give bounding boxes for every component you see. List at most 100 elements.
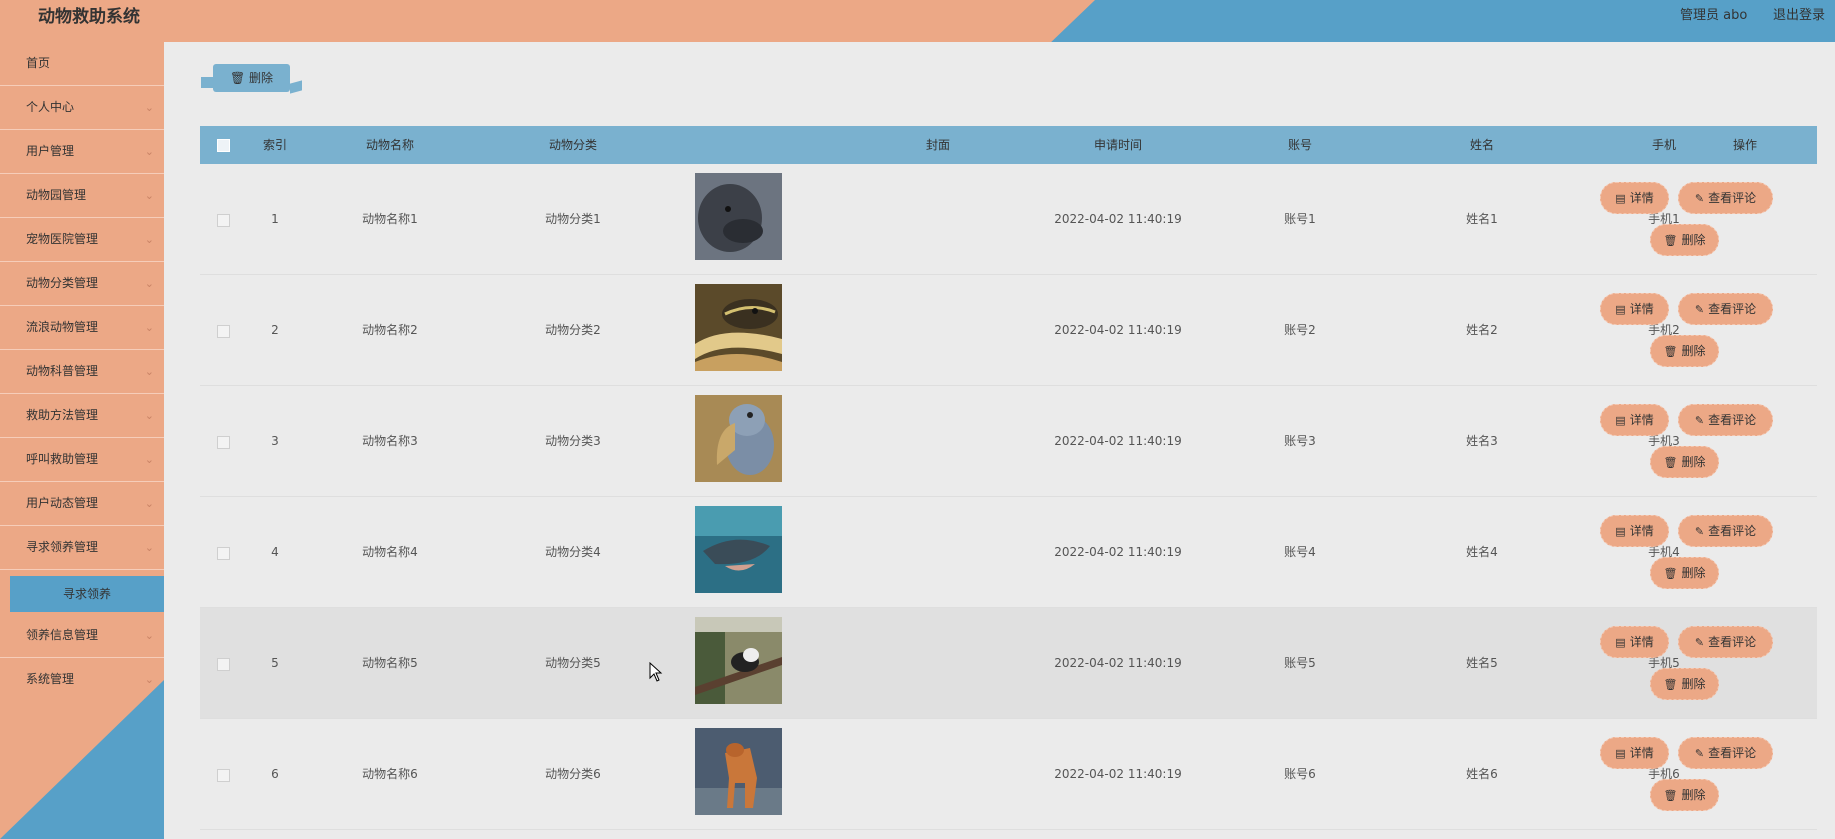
delete-label: 删除 [1681, 455, 1706, 469]
delete-button[interactable]: 🗑 删除 [1650, 779, 1719, 811]
delete-button[interactable]: 🗑 删除 [1650, 446, 1719, 478]
table-header: 索引 动物名称 动物分类 封面 申请时间 账号 姓名 手机 操作 [200, 126, 1817, 164]
column-header-index: 索引 [262, 138, 287, 152]
sidebar-item-user-management[interactable]: 用户管理 ⌄ [0, 130, 164, 174]
delete-button[interactable]: 🗑 删除 [1650, 668, 1719, 700]
view-comments-button[interactable]: ✎ 查看评论 [1678, 737, 1773, 769]
cover-image[interactable] [695, 506, 782, 593]
sidebar-item-pet-hospital[interactable]: 宠物医院管理 ⌄ [0, 218, 164, 262]
detail-button[interactable]: ▤ 详情 [1600, 404, 1669, 436]
cell-time: 2022-04-02 11:40:19 [1054, 212, 1182, 226]
row-checkbox[interactable] [217, 547, 230, 560]
sidebar-item-adoption-info[interactable]: 领养信息管理 ⌄ [0, 614, 164, 658]
table-row: 3 动物名称3 动物分类3 2022-04-02 11:40:19 账号3 姓名… [200, 386, 1817, 497]
view-comments-label: 查看评论 [1708, 746, 1757, 760]
detail-button[interactable]: ▤ 详情 [1600, 293, 1669, 325]
cover-image[interactable] [695, 284, 782, 371]
sidebar-item-user-posts[interactable]: 用户动态管理 ⌄ [0, 482, 164, 526]
detail-button[interactable]: ▤ 详情 [1600, 515, 1669, 547]
trash-icon: 🗑 [1663, 789, 1678, 802]
edit-icon: ✎ [1694, 192, 1705, 205]
cell-phone: 手机4 [1648, 545, 1680, 559]
sidebar: 首页 个人中心 ⌄ 用户管理 ⌄ 动物园管理 ⌄ 宠物医院管理 ⌄ 动物分类管理… [0, 42, 164, 839]
row-checkbox[interactable] [217, 325, 230, 338]
cell-realname: 姓名4 [1466, 545, 1498, 559]
delete-button[interactable]: 🗑 删除 [1650, 557, 1719, 589]
sidebar-item-animal-science[interactable]: 动物科普管理 ⌄ [0, 350, 164, 394]
detail-button[interactable]: ▤ 详情 [1600, 737, 1669, 769]
sidebar-item-label: 个人中心 [26, 100, 75, 114]
view-comments-button[interactable]: ✎ 查看评论 [1678, 293, 1773, 325]
view-comments-button[interactable]: ✎ 查看评论 [1678, 404, 1773, 436]
logout-link[interactable]: 退出登录 [1773, 0, 1825, 32]
detail-label: 详情 [1629, 302, 1654, 316]
cell-index: 2 [271, 323, 279, 337]
sidebar-item-label: 领养信息管理 [26, 628, 99, 642]
cell-realname: 姓名2 [1466, 323, 1498, 337]
batch-delete-button[interactable]: 🗑 删除 [201, 64, 290, 92]
table-row: 2 动物名称2 动物分类2 2022-04-02 11:40:19 账号2 姓名… [200, 275, 1817, 386]
chevron-down-icon: ⌄ [144, 541, 154, 554]
row-checkbox[interactable] [217, 214, 230, 227]
sidebar-item-personal-center[interactable]: 个人中心 ⌄ [0, 86, 164, 130]
cover-image[interactable] [695, 395, 782, 482]
column-header-name: 动物名称 [365, 138, 414, 152]
cell-name: 动物名称3 [362, 434, 418, 448]
cell-phone: 手机2 [1648, 323, 1680, 337]
detail-label: 详情 [1629, 413, 1654, 427]
sidebar-item-label: 首页 [26, 56, 51, 70]
row-checkbox[interactable] [217, 436, 230, 449]
sidebar-item-system[interactable]: 系统管理 ⌄ [0, 658, 164, 702]
view-comments-button[interactable]: ✎ 查看评论 [1678, 515, 1773, 547]
cover-image[interactable] [695, 728, 782, 815]
view-comments-button[interactable]: ✎ 查看评论 [1678, 182, 1773, 214]
edit-icon: ✎ [1694, 525, 1705, 538]
sidebar-item-adoption-requests[interactable]: 寻求领养管理 ⌄ [0, 526, 164, 570]
view-comments-label: 查看评论 [1708, 191, 1757, 205]
sidebar-item-stray-animals[interactable]: 流浪动物管理 ⌄ [0, 306, 164, 350]
sidebar-item-call-rescue[interactable]: 呼叫救助管理 ⌄ [0, 438, 164, 482]
cover-image[interactable] [695, 173, 782, 260]
view-comments-button[interactable]: ✎ 查看评论 [1678, 626, 1773, 658]
edit-icon: ✎ [1694, 636, 1705, 649]
delete-label: 删除 [1681, 788, 1706, 802]
column-header-actions: 操作 [1732, 138, 1757, 152]
sidebar-item-home[interactable]: 首页 [0, 42, 164, 86]
sidebar-item-rescue-methods[interactable]: 救助方法管理 ⌄ [0, 394, 164, 438]
sidebar-item-zoo-management[interactable]: 动物园管理 ⌄ [0, 174, 164, 218]
delete-button[interactable]: 🗑 删除 [1650, 335, 1719, 367]
table-row: 1 动物名称1 动物分类1 2022-04-02 11:40:19 账号1 姓名… [200, 164, 1817, 275]
trash-icon: 🗑 [1663, 567, 1678, 580]
row-checkbox[interactable] [217, 658, 230, 671]
delete-label: 删除 [1681, 566, 1706, 580]
detail-button[interactable]: ▤ 详情 [1600, 182, 1669, 214]
cell-index: 1 [271, 212, 279, 226]
cell-time: 2022-04-02 11:40:19 [1054, 323, 1182, 337]
edit-icon: ✎ [1694, 747, 1705, 760]
cell-category: 动物分类6 [545, 767, 601, 781]
sidebar-item-animal-category[interactable]: 动物分类管理 ⌄ [0, 262, 164, 306]
row-checkbox[interactable] [217, 769, 230, 782]
detail-label: 详情 [1629, 635, 1654, 649]
header-accent [0, 0, 1095, 42]
cell-category: 动物分类1 [545, 212, 601, 226]
cell-phone: 手机6 [1648, 767, 1680, 781]
select-all-checkbox[interactable] [217, 139, 230, 152]
view-comments-label: 查看评论 [1708, 302, 1757, 316]
cell-category: 动物分类3 [545, 434, 601, 448]
sidebar-decoration [0, 680, 164, 839]
chevron-down-icon: ⌄ [144, 145, 154, 158]
table-row: 5 动物名称5 动物分类5 2022-04-02 11:40:19 账号5 姓名… [200, 608, 1817, 719]
cell-time: 2022-04-02 11:40:19 [1054, 767, 1182, 781]
document-icon: ▤ [1615, 636, 1626, 649]
column-header-realname: 姓名 [1469, 138, 1494, 152]
cell-index: 6 [271, 767, 279, 781]
detail-button[interactable]: ▤ 详情 [1600, 626, 1669, 658]
cell-time: 2022-04-02 11:40:19 [1054, 545, 1182, 559]
cell-index: 4 [271, 545, 279, 559]
sidebar-subitem-adoption-request[interactable]: 寻求领养 [10, 576, 164, 612]
view-comments-label: 查看评论 [1708, 635, 1757, 649]
cover-image[interactable] [695, 617, 782, 704]
delete-button[interactable]: 🗑 删除 [1650, 224, 1719, 256]
batch-delete-label: 删除 [249, 71, 274, 85]
